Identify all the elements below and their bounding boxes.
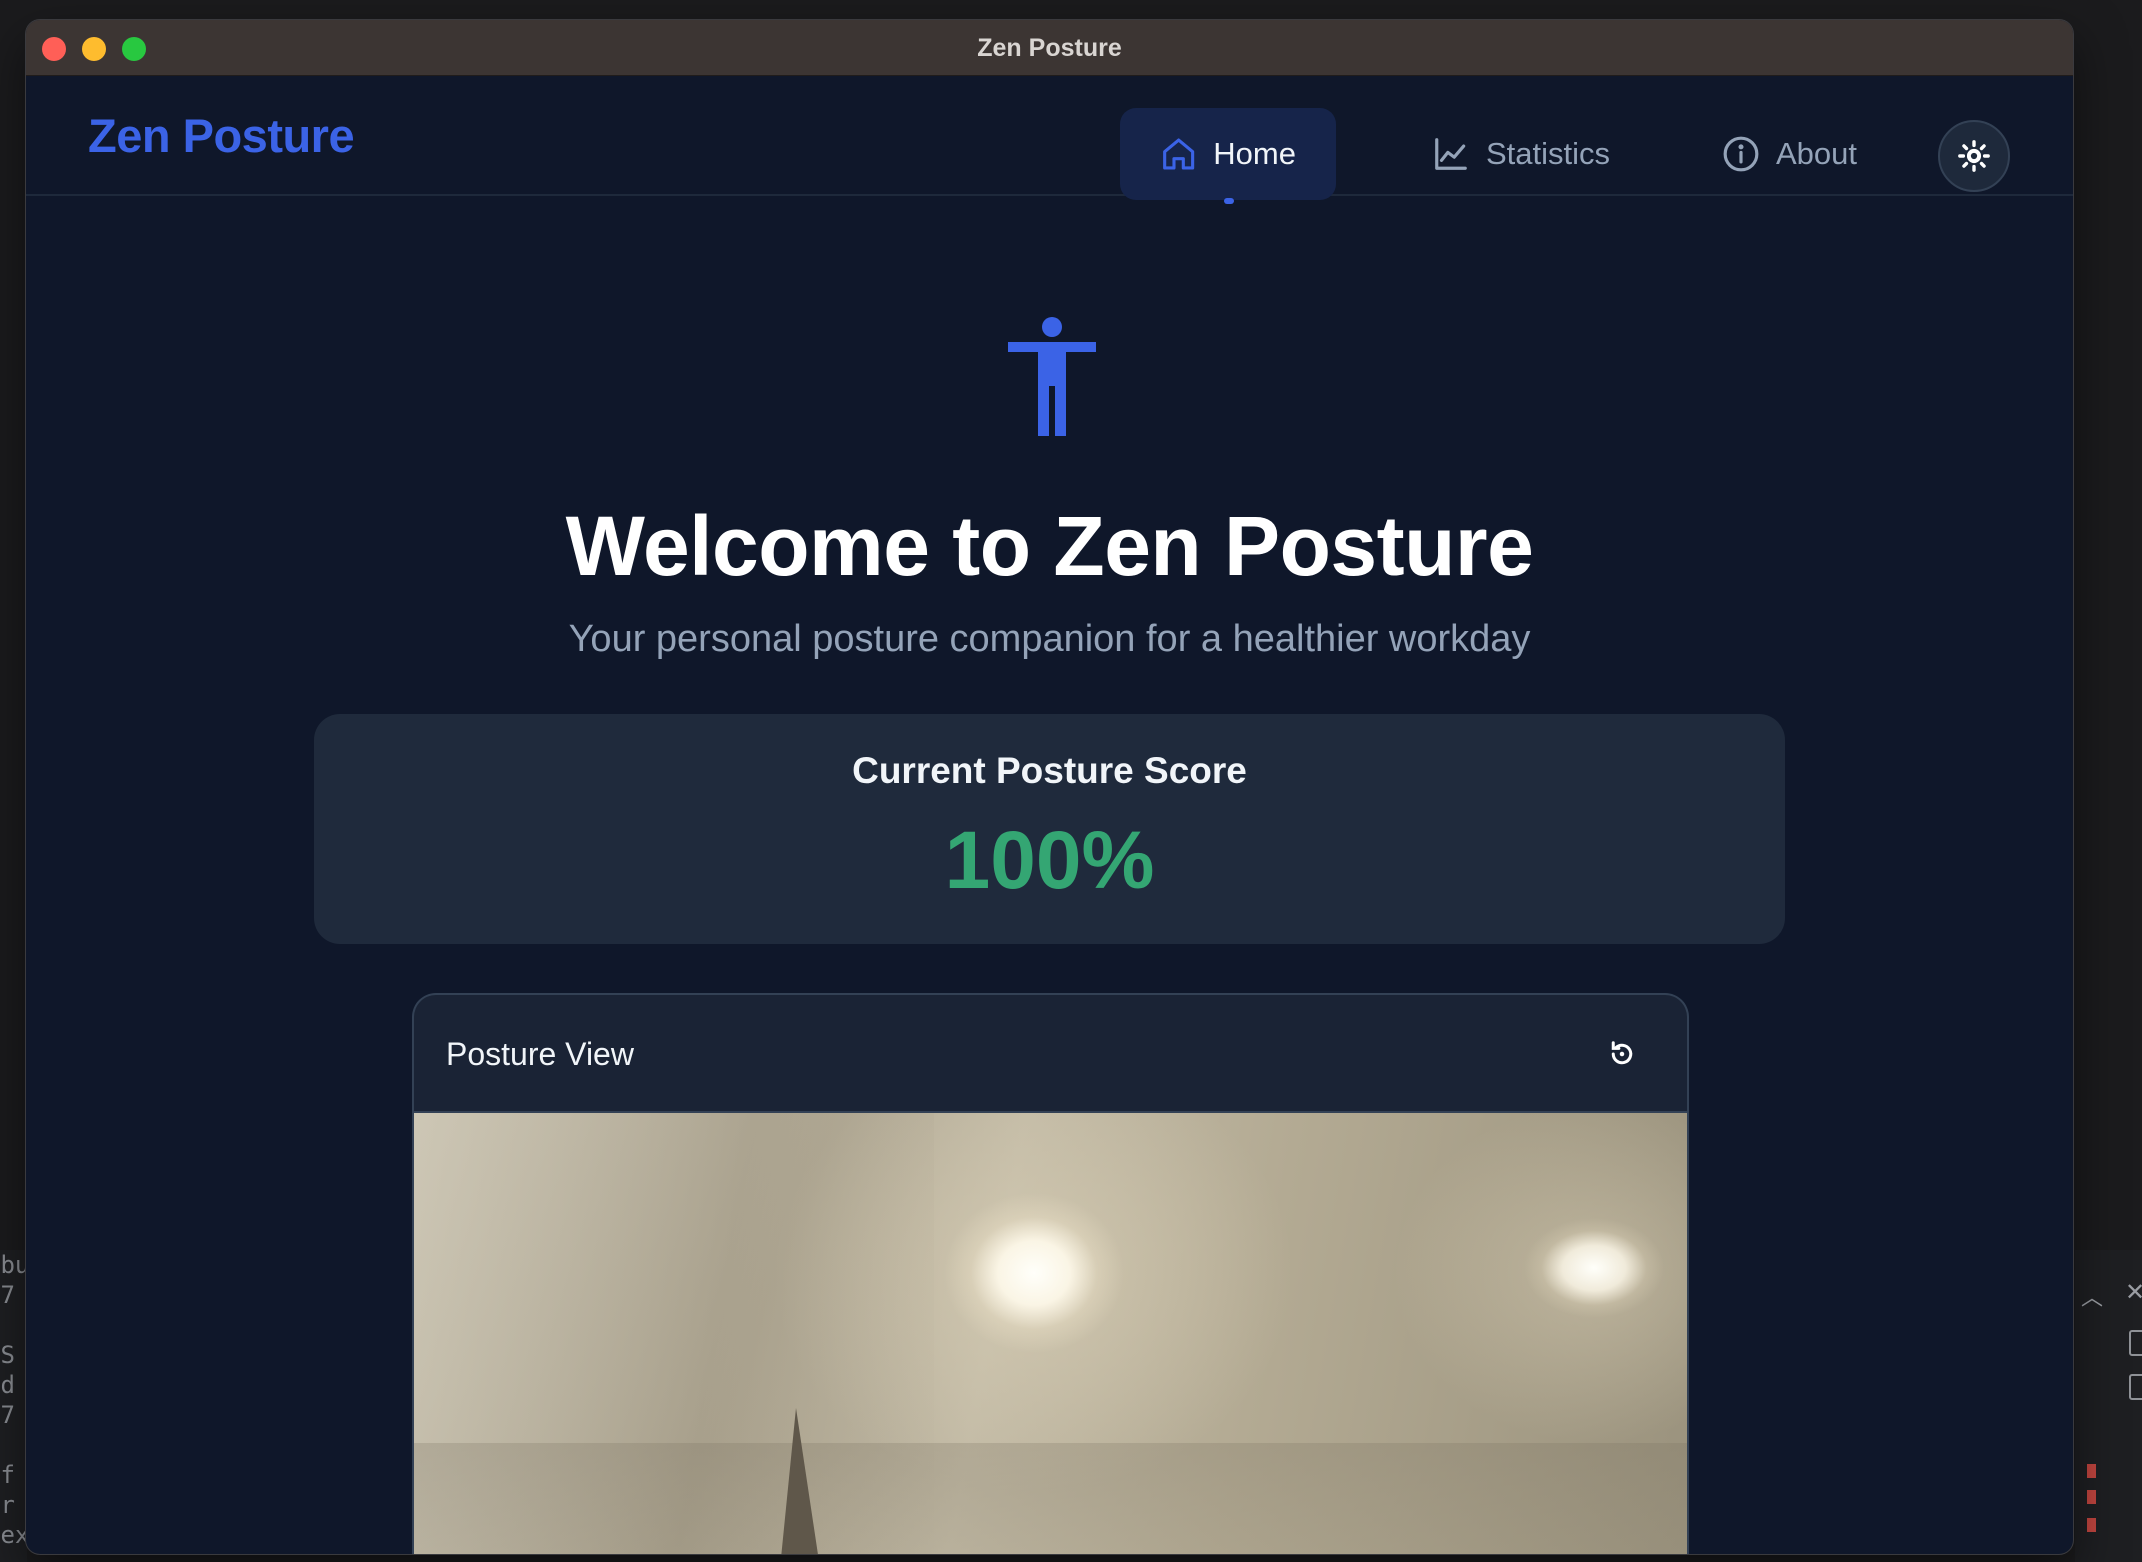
error-marker: [2087, 1490, 2096, 1504]
page-subtitle: Your personal posture companion for a he…: [568, 618, 1531, 660]
camera-ledge-shading: [414, 1443, 1687, 1554]
brand-logo[interactable]: Zen Posture: [88, 76, 355, 196]
nav-item-statistics[interactable]: Statistics: [1386, 108, 1656, 200]
background-editor-fragment: ebu67 Sed 7 fordex: [0, 1250, 27, 1562]
error-marker: [2087, 1464, 2096, 1478]
app-window: Zen Posture Zen Posture Home Statistics …: [26, 20, 2073, 1554]
theme-toggle-button[interactable]: [1938, 120, 2010, 192]
posture-view-header: Posture View: [414, 995, 1687, 1113]
score-label: Current Posture Score: [852, 750, 1247, 791]
nav-item-label: About: [1776, 136, 1858, 171]
background-panel-fragment: ︿ ✕: [2075, 1250, 2142, 1562]
refresh-icon[interactable]: [1607, 1039, 1637, 1069]
chart-line-icon: [1435, 138, 1467, 170]
home-icon: [1163, 138, 1195, 170]
title-bar[interactable]: Zen Posture: [26, 20, 2073, 76]
person-standing-icon: [1008, 317, 1096, 436]
score-value: 100%: [944, 815, 1155, 906]
camera-object: [776, 1408, 826, 1554]
posture-view-title: Posture View: [446, 1036, 634, 1072]
error-marker: [2087, 1518, 2096, 1532]
nav-item-home[interactable]: Home: [1120, 108, 1336, 204]
camera-feed: [414, 1113, 1687, 1554]
window-title: Zen Posture: [977, 34, 1122, 62]
close-icon: ✕: [2125, 1279, 2142, 1306]
page-title: Welcome to Zen Posture: [565, 499, 1534, 593]
checkbox-icon: [2129, 1330, 2142, 1356]
nav-item-label: Statistics: [1486, 136, 1611, 171]
nav-item-label: Home: [1213, 136, 1296, 171]
info-icon: [1723, 136, 1759, 172]
chevron-up-icon: ︿: [2081, 1285, 2104, 1310]
posture-view-card: Posture View: [412, 993, 1689, 1554]
nav-item-about[interactable]: About: [1676, 108, 1903, 200]
sun-icon: [1958, 140, 1990, 172]
posture-score-card: Current Posture Score 100%: [314, 714, 1785, 944]
navbar: Zen Posture Home Statistics About: [26, 76, 2073, 204]
checkbox-icon: [2129, 1374, 2142, 1400]
active-indicator: [1224, 198, 1234, 204]
